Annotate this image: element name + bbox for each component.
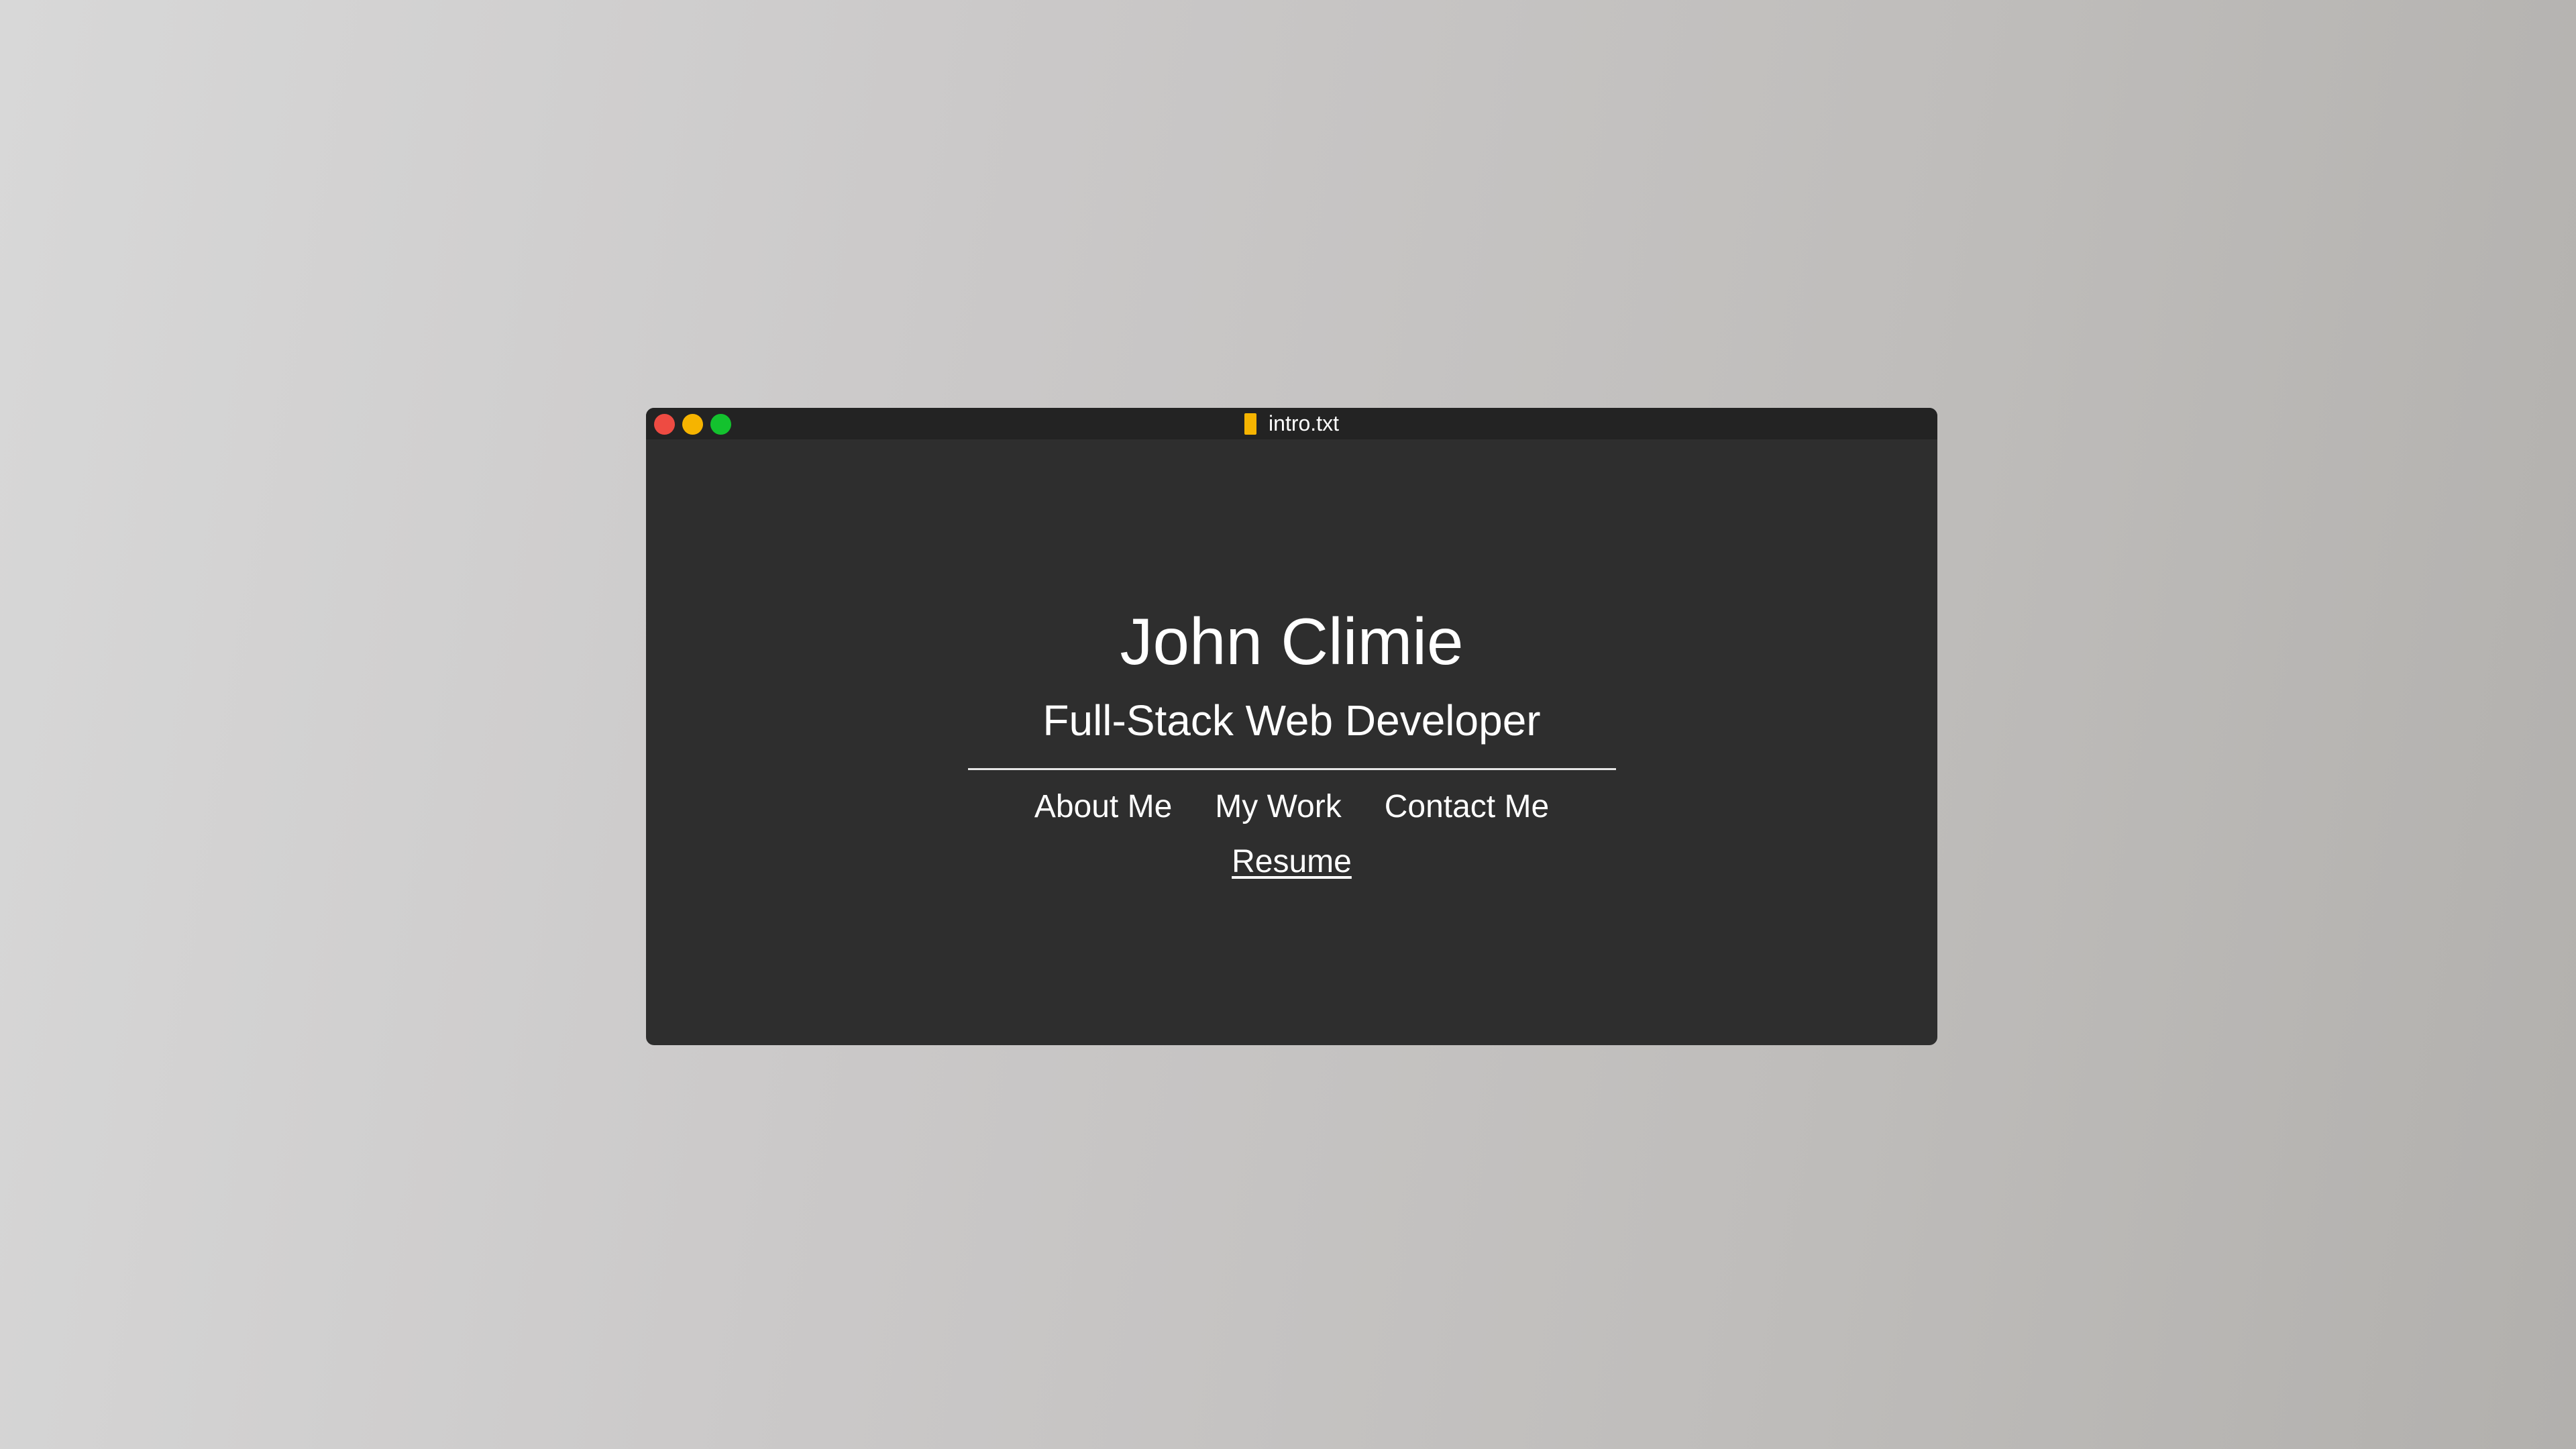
window-title: intro.txt — [1269, 411, 1339, 435]
app-window: intro.txt John Climie Full-Stack Web Dev… — [646, 408, 1937, 1045]
main-nav: About Me My Work Contact Me — [646, 786, 1937, 828]
developer-name: John Climie — [1120, 604, 1464, 678]
title-bar[interactable]: intro.txt — [646, 408, 1937, 439]
developer-role: Full-Stack Web Developer — [1042, 696, 1541, 745]
divider — [968, 768, 1616, 770]
file-icon — [1244, 413, 1257, 435]
intro-content: John Climie Full-Stack Web Developer Abo… — [646, 439, 1937, 1045]
about-me-link[interactable]: About Me — [1034, 786, 1172, 828]
my-work-link[interactable]: My Work — [1215, 786, 1341, 828]
window-title-group: intro.txt — [646, 408, 1937, 439]
resume-row: Resume — [646, 841, 1937, 883]
resume-link[interactable]: Resume — [1232, 841, 1352, 883]
contact-me-link[interactable]: Contact Me — [1385, 786, 1549, 828]
